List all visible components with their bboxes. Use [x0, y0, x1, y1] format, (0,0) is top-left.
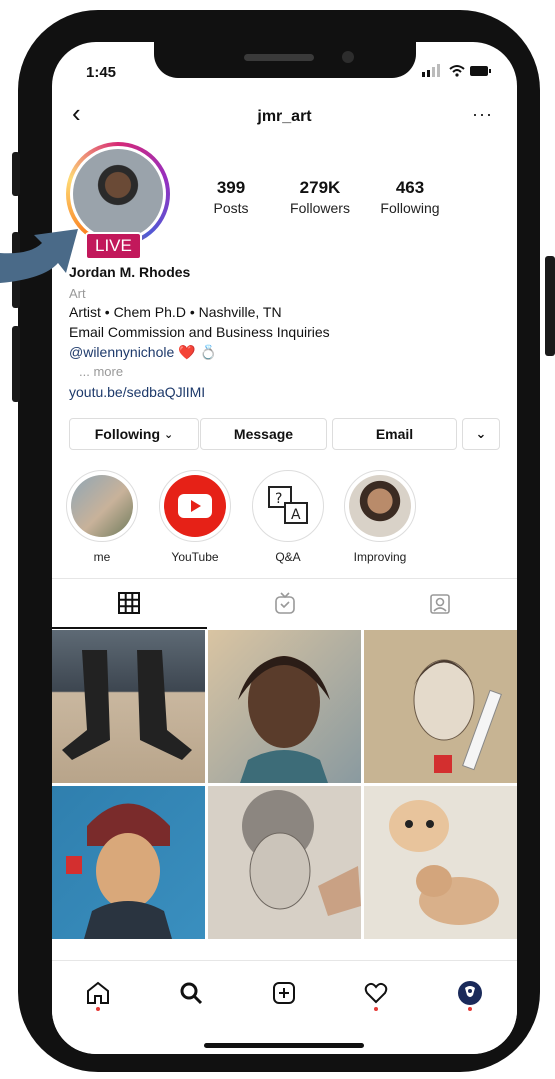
bio-more-link[interactable]: ... more [79, 364, 123, 379]
home-indicator [204, 1043, 364, 1048]
signal-wifi-battery-icon [422, 64, 491, 77]
igtv-icon [275, 592, 295, 614]
highlight-improving[interactable]: Improving [344, 470, 416, 564]
qa-icon: ? A [257, 475, 319, 537]
profile-name: Jordan M. Rhodes [69, 264, 191, 280]
tagged-tab[interactable] [425, 591, 455, 615]
status-time: 1:45 [86, 64, 117, 81]
post-thumbnail[interactable] [364, 786, 517, 939]
posts-grid [52, 630, 517, 960]
tagged-person-icon [430, 594, 450, 614]
profile-avatar-icon [458, 981, 482, 1005]
following-button[interactable]: Following ⌄ [69, 418, 199, 450]
heart-icon [364, 982, 388, 1004]
annotation-arrow-icon [0, 229, 78, 283]
posts-count: 399 [216, 178, 246, 197]
highlight-couple-image [71, 475, 133, 537]
svg-text:?: ? [275, 491, 282, 507]
active-tab-indicator [52, 627, 207, 629]
new-post-tab[interactable] [264, 973, 304, 1013]
bio-line: Artist • Chem Ph.D • Nashville, TN [69, 304, 282, 320]
post-thumbnail[interactable] [208, 786, 361, 939]
profile-link[interactable]: youtu.be/sedbaQJlIMI [69, 384, 205, 400]
bio-line: Email Commission and Business Inquiries [69, 324, 330, 340]
volume-down-button [12, 326, 20, 402]
followers-stat[interactable]: 279K Followers [275, 178, 365, 216]
igtv-tab[interactable] [270, 591, 300, 615]
notification-dot [96, 1007, 100, 1011]
avatar-story-ring[interactable] [66, 142, 170, 246]
power-button [545, 256, 555, 356]
ring-emoji-icon: 💍 [199, 344, 217, 360]
following-stat[interactable]: 463 Following [365, 178, 455, 216]
silent-switch [12, 152, 20, 196]
highlight-label: YouTube [171, 550, 219, 564]
highlight-label: Q&A [275, 550, 301, 564]
heart-emoji-icon: ❤️ [178, 344, 196, 360]
home-icon [87, 981, 109, 1004]
avatar [73, 149, 163, 239]
posts-label: Posts [213, 200, 249, 216]
profile-username: jmr_art [257, 108, 312, 125]
followers-label: Followers [290, 200, 350, 216]
profile-tabs [52, 578, 517, 629]
highlight-qa[interactable]: ? A Q&A [252, 470, 324, 564]
grid-icon [118, 592, 140, 614]
grid-tab[interactable] [114, 591, 144, 615]
highlight-youtube[interactable]: YouTube [159, 470, 231, 564]
highlight-portrait-image [349, 475, 411, 537]
post-thumbnail[interactable] [208, 630, 361, 783]
post-thumbnail[interactable] [52, 786, 205, 939]
suggested-accounts-button[interactable]: ⌄ [462, 418, 500, 450]
bio-mention-link[interactable]: @wilennynichole [69, 344, 174, 360]
post-thumbnail[interactable] [364, 630, 517, 783]
status-icons [422, 64, 492, 81]
notch [154, 42, 416, 78]
post-thumbnail[interactable] [52, 630, 205, 783]
camera [342, 51, 354, 63]
followers-count: 279K [299, 178, 341, 197]
highlight-me[interactable]: me [66, 470, 138, 564]
highlight-label: Improving [353, 550, 407, 564]
notification-dot [468, 1007, 472, 1011]
add-post-icon [273, 982, 295, 1004]
live-badge[interactable]: LIVE [85, 232, 142, 260]
following-button-label: Following [94, 426, 161, 442]
notification-dot [374, 1007, 378, 1011]
youtube-icon [164, 475, 226, 537]
chevron-down-icon: ⌄ [164, 428, 174, 441]
following-label: Following [380, 200, 440, 216]
screen: 1:45 ‹ jmr_art ··· LIVE 399 Posts 279K F… [52, 42, 517, 1054]
posts-stat[interactable]: 399 Posts [186, 178, 276, 216]
highlight-label: me [93, 550, 111, 564]
search-tab[interactable] [171, 973, 211, 1013]
more-options-icon[interactable]: ··· [472, 104, 493, 125]
message-button-label: Message [233, 426, 294, 442]
bio-mention-row: @wilennynichole ❤️ 💍 [69, 344, 217, 361]
email-button[interactable]: Email [332, 418, 457, 450]
speaker [244, 54, 314, 61]
svg-text:A: A [291, 507, 301, 523]
message-button[interactable]: Message [200, 418, 327, 450]
search-icon [180, 982, 203, 1005]
email-button-label: Email [375, 426, 414, 442]
chevron-down-icon: ⌄ [475, 426, 487, 441]
following-count: 463 [395, 178, 425, 197]
bottom-navigation [52, 960, 517, 1054]
